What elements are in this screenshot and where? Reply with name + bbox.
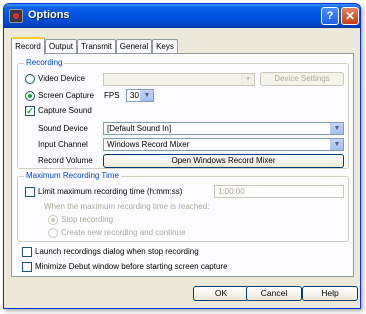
tab-record[interactable]: Record xyxy=(11,37,45,55)
sound-device-value: [Default Sound In] xyxy=(107,124,172,133)
help-icon: ? xyxy=(326,10,334,22)
fps-label: FPS xyxy=(104,91,120,100)
tab-output[interactable]: Output xyxy=(45,39,77,54)
input-channel-label: Input Channel xyxy=(38,140,88,149)
app-icon xyxy=(9,9,23,23)
close-button[interactable]: ✕ xyxy=(341,7,359,25)
stop-recording-label: Stop recording xyxy=(61,215,114,224)
title-bar[interactable]: Options ? ✕ xyxy=(4,4,360,28)
video-device-label: Video Device xyxy=(38,74,85,83)
tab-keys[interactable]: Keys xyxy=(152,39,178,54)
record-volume-label: Record Volume xyxy=(38,156,93,165)
recording-group-title: Recording xyxy=(24,58,65,67)
screen-capture-label: Screen Capture xyxy=(38,91,95,100)
help-button[interactable]: Help xyxy=(302,286,358,301)
open-mixer-button[interactable]: Open Windows Record Mixer xyxy=(103,154,344,168)
record-tab-panel: Recording Video Device ▼ Device Settings… xyxy=(11,53,354,277)
launch-dialog-label: Launch recordings dialog when stop recor… xyxy=(35,247,199,256)
limit-time-input[interactable]: 1:00:00 xyxy=(214,185,344,198)
minimize-window-checkbox[interactable] xyxy=(22,262,32,272)
limit-time-checkbox[interactable] xyxy=(25,187,35,197)
create-new-recording-radio[interactable] xyxy=(48,228,58,238)
tab-general[interactable]: General xyxy=(116,39,152,54)
chevron-down-icon: ▼ xyxy=(241,74,254,85)
ok-button[interactable]: OK xyxy=(193,286,249,301)
input-channel-select[interactable]: Windows Record Mixer ▼ xyxy=(103,138,344,151)
max-time-group-title: Maximum Recording Time xyxy=(24,171,121,180)
capture-sound-label: Capture Sound xyxy=(38,106,92,115)
input-channel-value: Windows Record Mixer xyxy=(107,140,190,149)
chevron-down-icon: ▼ xyxy=(330,139,343,150)
check-icon: ✓ xyxy=(26,106,34,116)
recording-group: Recording Video Device ▼ Device Settings… xyxy=(17,58,349,169)
minimize-window-label: Minimize Debut window before starting sc… xyxy=(35,262,228,271)
limit-time-label: Limit maximum recording time (h:mm:ss) xyxy=(38,187,183,196)
capture-sound-checkbox[interactable]: ✓ xyxy=(25,106,35,116)
options-window: Options ? ✕ Record Output Transmit Gener… xyxy=(3,3,361,309)
launch-dialog-checkbox[interactable] xyxy=(22,247,32,257)
stop-recording-radio[interactable] xyxy=(48,215,58,225)
fps-select[interactable]: 30 ▼ xyxy=(126,89,154,102)
cancel-button[interactable]: Cancel xyxy=(246,286,302,301)
sound-device-label: Sound Device xyxy=(38,124,88,133)
chevron-down-icon: ▼ xyxy=(330,123,343,134)
video-device-select[interactable]: ▼ xyxy=(103,73,255,86)
screen-capture-radio[interactable] xyxy=(25,91,35,101)
sound-device-select[interactable]: [Default Sound In] ▼ xyxy=(103,122,344,135)
when-reached-label: When the maximum recording time is reach… xyxy=(44,202,210,211)
window-title: Options xyxy=(28,9,70,21)
video-device-radio[interactable] xyxy=(25,74,35,84)
help-title-button[interactable]: ? xyxy=(321,7,339,25)
fps-value: 30 xyxy=(130,91,139,100)
close-icon: ✕ xyxy=(344,9,356,23)
max-time-group: Maximum Recording Time Limit maximum rec… xyxy=(17,171,349,242)
create-new-recording-label: Create new recording and continue xyxy=(61,228,186,237)
tab-transmit[interactable]: Transmit xyxy=(77,39,116,54)
chevron-down-icon: ▼ xyxy=(140,90,153,101)
device-settings-button[interactable]: Device Settings xyxy=(260,72,344,86)
